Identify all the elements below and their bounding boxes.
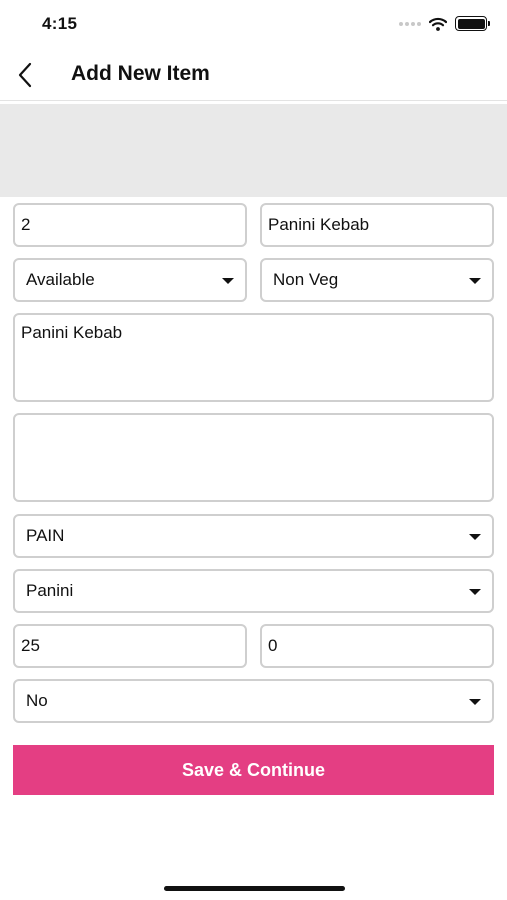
wifi-icon [429,17,447,31]
nav-bar: Add New Item [0,50,507,100]
caret-down-icon [469,278,481,284]
subcategory-value: Panini [26,581,74,600]
item-name-value: Panini Kebab [268,215,370,234]
status-icons [399,16,490,31]
signal-icon [399,21,421,26]
caret-down-icon [469,699,481,705]
price-value: 25 [21,636,40,655]
description-value: Panini Kebab [21,323,123,342]
status-bar: 4:15 [0,0,507,50]
caret-down-icon [222,278,234,284]
price-field[interactable]: 25 [13,624,247,668]
diet-type-select[interactable]: Non Veg [260,258,494,302]
category-select[interactable]: PAIN [13,514,494,558]
item-image-area[interactable] [0,104,507,197]
battery-icon [455,16,490,31]
caret-down-icon [469,534,481,540]
header-divider [0,100,507,101]
item-number-field[interactable]: 2 [13,203,247,247]
caret-down-icon [469,589,481,595]
save-continue-button[interactable]: Save & Continue [13,745,494,795]
discount-field[interactable]: 0 [260,624,494,668]
item-number-value: 2 [21,215,31,234]
option-value: No [26,691,48,710]
status-time: 4:15 [42,14,78,33]
back-button[interactable] [8,58,42,92]
category-value: PAIN [26,526,65,545]
subcategory-select[interactable]: Panini [13,569,494,613]
option-select[interactable]: No [13,679,494,723]
discount-value: 0 [268,636,278,655]
home-indicator [164,886,345,891]
item-name-field[interactable]: Panini Kebab [260,203,494,247]
diet-type-value: Non Veg [273,270,339,289]
page-title: Add New Item [71,62,210,85]
back-arrow-icon [18,62,32,88]
notes-textarea[interactable] [13,413,494,502]
availability-value: Available [26,270,95,289]
description-textarea[interactable]: Panini Kebab [13,313,494,402]
availability-select[interactable]: Available [13,258,247,302]
